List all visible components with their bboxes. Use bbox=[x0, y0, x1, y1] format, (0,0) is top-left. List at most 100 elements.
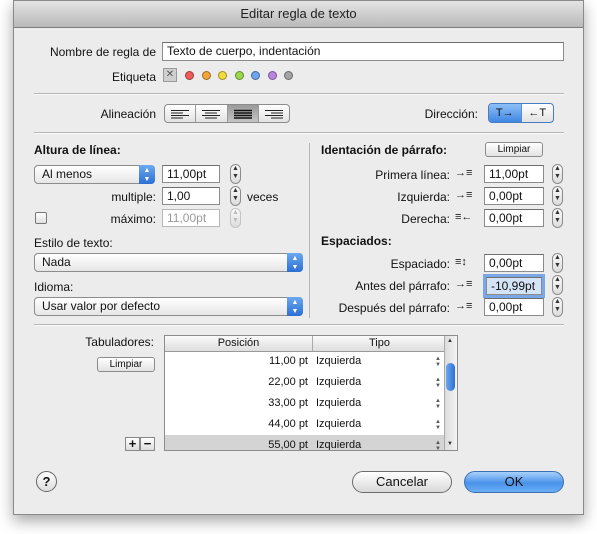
line-height-mode-value: Al menos bbox=[42, 167, 93, 181]
align-left-icon bbox=[171, 109, 190, 118]
cancel-button[interactable]: Cancelar bbox=[352, 471, 452, 493]
tab-type-cell[interactable]: Izquierda bbox=[316, 414, 361, 435]
line-height-value-field[interactable]: 11,00pt bbox=[162, 165, 220, 183]
align-center-icon bbox=[202, 109, 221, 118]
popup-arrows-icon: ▲ ▼ bbox=[287, 297, 303, 316]
tag-color-swatch[interactable] bbox=[251, 71, 260, 80]
space-after-field[interactable]: 0,00pt bbox=[484, 298, 544, 316]
right-indent-label: Derecha: bbox=[401, 212, 450, 226]
spacing-stepper[interactable]: ▲ ▼ bbox=[552, 253, 563, 273]
text-style-popup[interactable]: Nada ▲ ▼ bbox=[34, 253, 303, 272]
first-line-label: Primera línea: bbox=[375, 168, 450, 182]
align-center-segment[interactable] bbox=[196, 105, 228, 122]
line-height-mode-popup[interactable]: Al menos ▲ ▼ bbox=[34, 165, 155, 184]
popup-arrows-icon[interactable]: ▲ ▼ bbox=[435, 377, 441, 389]
tab-position-cell[interactable]: 33,00 pt bbox=[165, 393, 308, 414]
first-line-stepper[interactable]: ▲ ▼ bbox=[552, 164, 563, 184]
help-button[interactable]: ? bbox=[36, 471, 57, 492]
separator bbox=[34, 132, 564, 134]
space-after-stepper[interactable]: ▲ ▼ bbox=[552, 297, 563, 317]
maximum-stepper[interactable]: ▲ ▼ bbox=[230, 208, 241, 228]
tab-type-cell[interactable]: Izquierda bbox=[316, 372, 361, 393]
spacing-title: Espaciados: bbox=[321, 234, 392, 248]
language-label: Idioma: bbox=[34, 280, 74, 294]
tag-color-swatch[interactable] bbox=[284, 71, 293, 80]
direction-label: Dirección: bbox=[424, 107, 478, 121]
table-row[interactable]: 22,00 pt Izquierda ▲ ▼ bbox=[165, 372, 446, 393]
tab-type-cell[interactable]: Izquierda bbox=[316, 393, 361, 414]
left-indent-icon: →≡ bbox=[455, 189, 473, 201]
alignment-segmented-control[interactable] bbox=[164, 104, 290, 123]
tabs-scrollbar[interactable]: ▲ ▼ bbox=[444, 336, 457, 450]
left-indent-field[interactable]: 0,00pt bbox=[484, 187, 544, 205]
tabs-clear-button[interactable]: Limpiar bbox=[97, 357, 155, 372]
scroll-thumb[interactable] bbox=[446, 363, 455, 391]
scroll-up-icon[interactable]: ▲ bbox=[447, 338, 453, 344]
multiple-stepper[interactable]: ▲ ▼ bbox=[230, 186, 241, 206]
rule-name-field[interactable]: Texto de cuerpo, indentación bbox=[162, 42, 564, 61]
tab-position-cell[interactable]: 11,00 pt bbox=[165, 351, 308, 372]
tag-color-swatch[interactable] bbox=[267, 71, 277, 80]
popup-arrows-icon[interactable]: ▲ ▼ bbox=[435, 398, 441, 410]
popup-arrows-icon: ▲ ▼ bbox=[139, 165, 155, 184]
remove-tab-button[interactable]: − bbox=[140, 437, 155, 451]
direction-ltr-segment[interactable]: T→ bbox=[489, 104, 522, 122]
language-value: Usar valor por defecto bbox=[42, 299, 161, 313]
tab-type-cell[interactable]: Izquierda bbox=[316, 351, 361, 372]
direction-segmented-control[interactable]: T→ ←T bbox=[488, 103, 554, 123]
maximum-field[interactable]: 11,00pt bbox=[162, 209, 220, 227]
table-row[interactable]: 33,00 pt Izquierda ▲ ▼ bbox=[165, 393, 446, 414]
multiple-field[interactable]: 1,00 bbox=[162, 187, 220, 205]
direction-rtl-segment[interactable]: ←T bbox=[522, 104, 554, 122]
tabs-table-header: Posición Tipo bbox=[165, 336, 446, 352]
align-right-icon bbox=[264, 109, 283, 118]
multiple-unit-label: veces bbox=[247, 190, 279, 204]
popup-arrows-icon[interactable]: ▲ ▼ bbox=[435, 356, 441, 368]
table-row[interactable]: 44,00 pt Izquierda ▲ ▼ bbox=[165, 414, 446, 435]
tag-none-swatch[interactable]: ✕ bbox=[163, 68, 177, 82]
maximum-checkbox[interactable] bbox=[35, 212, 47, 224]
space-before-stepper[interactable]: ▲ ▼ bbox=[552, 275, 563, 295]
add-tab-button[interactable]: + bbox=[125, 437, 140, 451]
indent-clear-button[interactable]: Limpiar bbox=[485, 142, 543, 157]
tab-position-cell[interactable]: 55,00 pt bbox=[165, 435, 308, 450]
tab-position-cell[interactable]: 22,00 pt bbox=[165, 372, 308, 393]
window-title: Editar regla de texto bbox=[14, 1, 583, 28]
tag-color-swatch[interactable] bbox=[201, 71, 211, 80]
edit-text-rule-dialog: Editar regla de texto Nombre de regla de… bbox=[13, 0, 584, 515]
line-height-stepper[interactable]: ▲ ▼ bbox=[230, 164, 241, 184]
left-indent-stepper[interactable]: ▲ ▼ bbox=[552, 186, 563, 206]
type-column-header[interactable]: Tipo bbox=[313, 336, 446, 351]
table-row[interactable]: 55,00 pt Izquierda ▲ ▼ bbox=[165, 435, 446, 450]
tag-color-swatch[interactable] bbox=[234, 71, 244, 80]
separator bbox=[34, 93, 564, 95]
popup-arrows-icon[interactable]: ▲ ▼ bbox=[435, 440, 441, 450]
line-height-title: Altura de línea: bbox=[34, 143, 121, 157]
column-divider bbox=[309, 143, 310, 318]
popup-arrows-icon[interactable]: ▲ ▼ bbox=[435, 419, 441, 431]
space-before-field[interactable]: -10,99pt bbox=[483, 274, 545, 298]
align-left-segment[interactable] bbox=[165, 105, 197, 122]
ok-button[interactable]: OK bbox=[464, 471, 564, 493]
table-row[interactable]: 11,00 pt Izquierda ▲ ▼ bbox=[165, 351, 446, 372]
spacing-field[interactable]: 0,00pt bbox=[484, 254, 544, 272]
tabs-label: Tabuladores: bbox=[85, 335, 154, 349]
align-right-segment[interactable] bbox=[259, 105, 289, 122]
tab-position-cell[interactable]: 44,00 pt bbox=[165, 414, 308, 435]
position-column-header[interactable]: Posición bbox=[165, 336, 313, 351]
left-indent-label: Izquierda: bbox=[397, 190, 450, 204]
first-line-field[interactable]: 11,00pt bbox=[484, 165, 544, 183]
language-popup[interactable]: Usar valor por defecto ▲ ▼ bbox=[34, 297, 303, 316]
text-style-label: Estilo de texto: bbox=[34, 236, 113, 250]
right-indent-stepper[interactable]: ▲ ▼ bbox=[552, 208, 563, 228]
tabs-table[interactable]: Posición Tipo 11,00 pt Izquierda ▲ ▼ 22,00 p… bbox=[164, 335, 458, 451]
space-before-icon: →≡ bbox=[455, 278, 473, 290]
separator bbox=[34, 324, 564, 326]
scroll-down-icon[interactable]: ▼ bbox=[447, 441, 453, 447]
alignment-label: Alineación bbox=[100, 107, 156, 121]
tag-color-swatch[interactable] bbox=[218, 71, 227, 80]
tab-type-cell[interactable]: Izquierda bbox=[316, 435, 361, 450]
align-justify-segment[interactable] bbox=[227, 105, 259, 122]
right-indent-field[interactable]: 0,00pt bbox=[484, 209, 544, 227]
tag-color-swatch[interactable] bbox=[185, 71, 194, 80]
